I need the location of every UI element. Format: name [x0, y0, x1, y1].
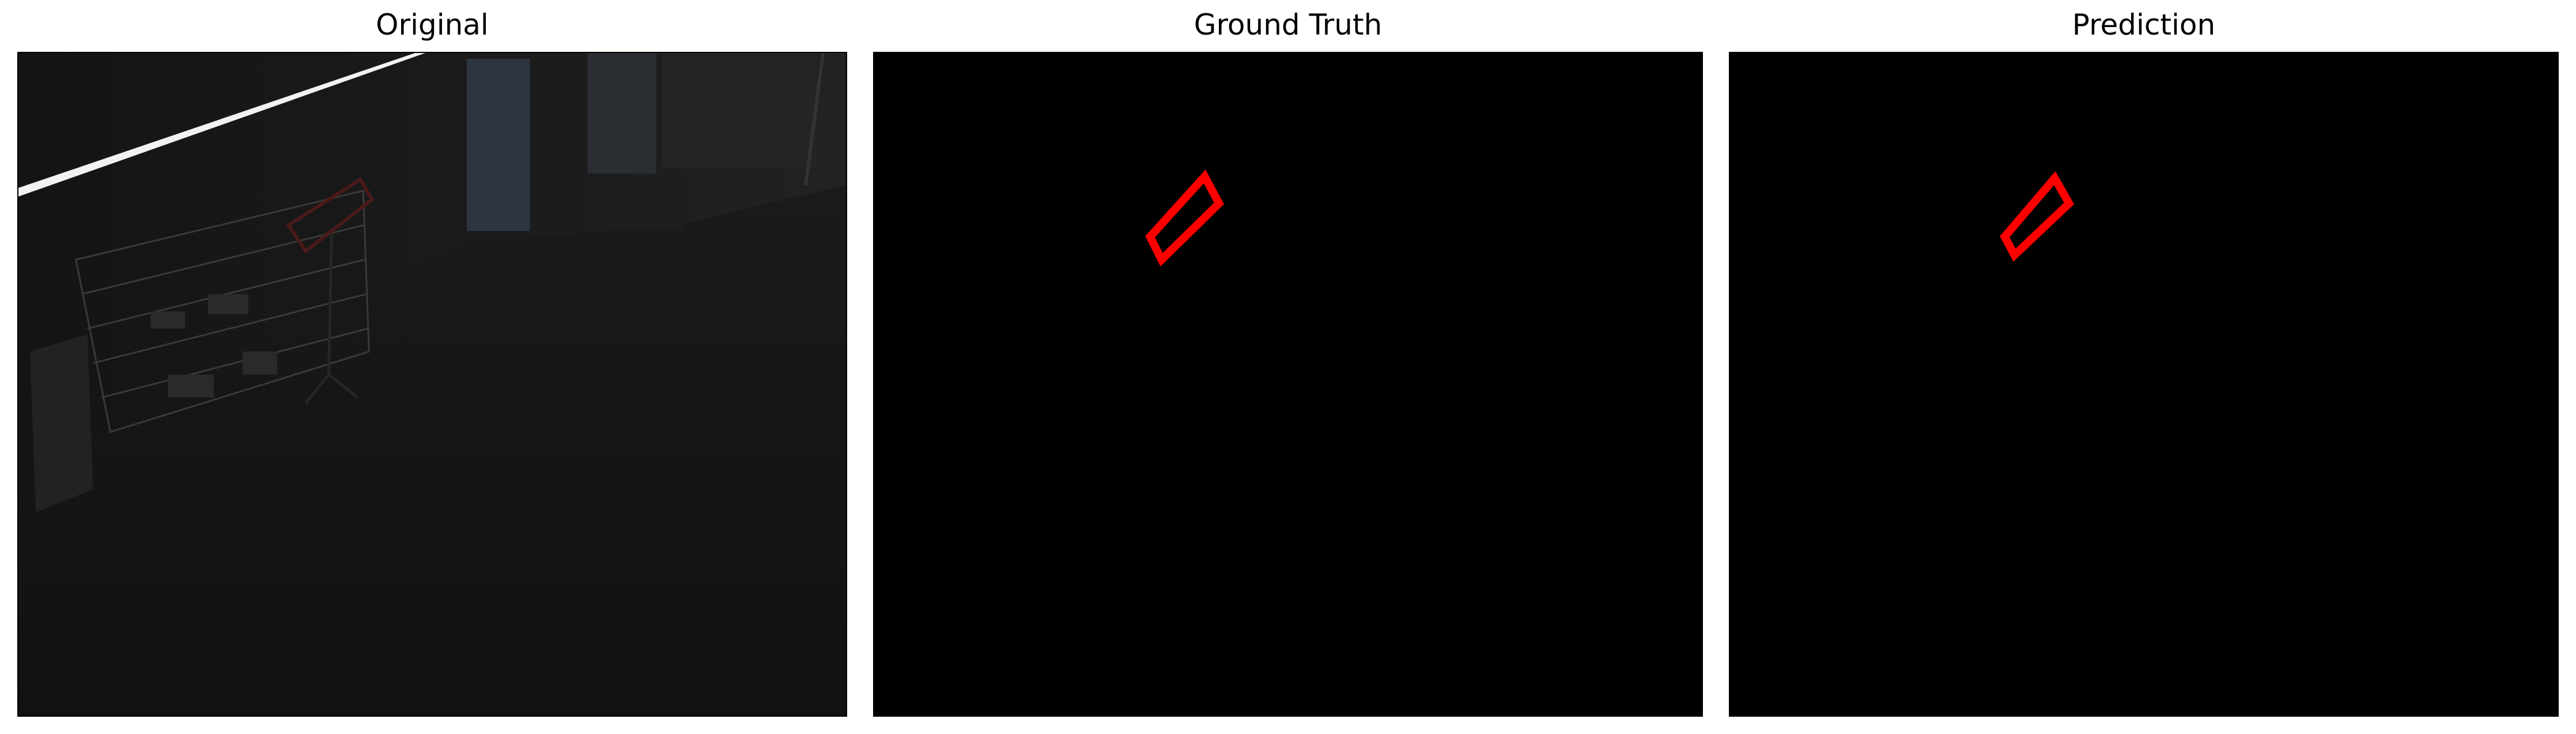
- panel-original: Original: [17, 0, 847, 734]
- original-image: [17, 52, 847, 717]
- cabinet: [29, 334, 93, 513]
- mask-background: [874, 53, 1702, 716]
- panel-ground-truth: Ground Truth: [873, 0, 1703, 734]
- panel-title-ground-truth: Ground Truth: [1193, 8, 1383, 41]
- back-panel: [662, 53, 818, 168]
- mask-background: [1730, 53, 2558, 716]
- window: [466, 58, 530, 231]
- ground-truth-mask: [873, 52, 1703, 717]
- prediction-canvas: [1730, 53, 2558, 716]
- ground-truth-canvas: [874, 53, 1702, 716]
- panel-title-prediction: Prediction: [2072, 8, 2216, 41]
- table: [593, 185, 685, 231]
- prediction-mask: [1729, 52, 2559, 717]
- original-scene: [18, 53, 846, 716]
- panel-title-original: Original: [376, 8, 489, 41]
- doorway-light: [587, 53, 656, 174]
- panel-prediction: Prediction: [1729, 0, 2559, 734]
